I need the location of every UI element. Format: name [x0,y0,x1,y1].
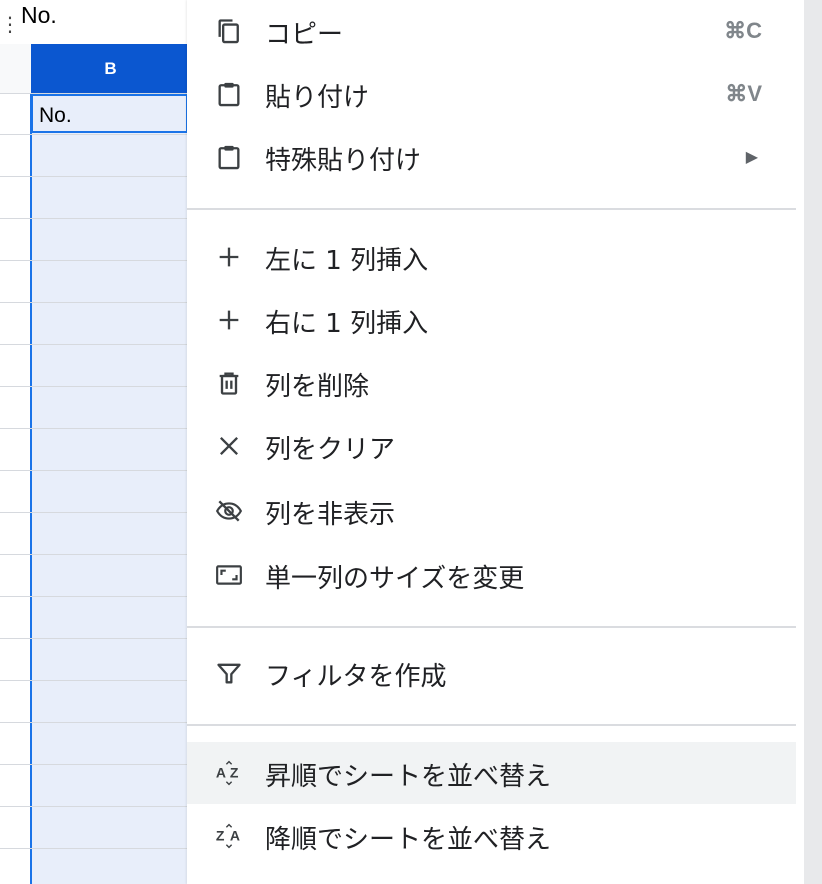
svg-text:A: A [216,764,226,780]
active-cell-value: No. [39,104,72,127]
grid-row-line [0,596,190,597]
menu-item-paste-special[interactable]: 特殊貼り付け ▶ [187,126,796,188]
grid-row-line [0,554,190,555]
svg-text:A: A [230,827,240,843]
column-b-header[interactable]: B [31,44,190,93]
menu-item-clear-column[interactable]: 列をクリア [187,415,796,477]
trash-icon [215,369,243,397]
menu-item-delete-column[interactable]: 列を削除 [187,352,796,414]
grid-row-line [0,218,190,219]
scrollbar-track[interactable] [804,0,822,884]
plus-icon [215,306,243,334]
menu-item-label: 左に 1 列挿入 [265,246,429,276]
menu-item-shortcut: ⌘V [725,81,762,106]
menu-item-label: 特殊貼り付け [265,146,422,176]
copy-icon [215,17,243,45]
column-a-header[interactable] [0,44,31,94]
grid-row-line [0,176,190,177]
grid-row-line [0,638,190,639]
grid-row-line [0,848,190,849]
column-context-menu: コピー ⌘C 貼り付け ⌘V 特殊貼り付け ▶ 左に 1 列挿入 右に 1 列挿… [187,0,804,884]
eye-off-icon [215,497,243,525]
menu-item-insert-left[interactable]: 左に 1 列挿入 [187,226,796,288]
menu-item-resize-column[interactable]: 単一列のサイズを変更 [187,544,796,606]
menu-item-sort-ascending[interactable]: A Z 昇順でシートを並べ替え [187,742,796,804]
close-icon [215,432,243,460]
menu-divider [187,724,796,726]
grid-row-line [0,680,190,681]
menu-item-shortcut: ⌘C [724,18,762,43]
menu-divider [187,208,796,210]
menu-item-label: 貼り付け [265,83,370,113]
menu-item-label: フィルタを作成 [265,662,447,692]
menu-item-create-filter[interactable]: フィルタを作成 [187,642,796,704]
menu-item-label: 昇順でシートを並べ替え [265,762,552,792]
grid-row-line [0,260,190,261]
menu-item-label: 右に 1 列挿入 [265,309,429,339]
active-cell[interactable]: No. [31,94,188,133]
menu-item-label: 降順でシートを並べ替え [265,825,552,855]
filter-icon [215,659,243,687]
spreadsheet-grid[interactable]: B No. [0,44,190,884]
clipboard-icon [215,143,243,171]
formula-bar-separator: ⋮ [0,12,20,36]
grid-row-line [0,764,190,765]
column-a[interactable] [0,44,31,884]
grid-row-line [0,806,190,807]
menu-item-label: 列をクリア [265,435,396,465]
menu-item-hide-column[interactable]: 列を非表示 [187,480,796,542]
menu-item-sort-descending[interactable]: Z A 降順でシートを並べ替え [187,805,796,867]
grid-row-line [0,722,190,723]
clipboard-icon [215,80,243,108]
column-b-selected[interactable] [31,44,190,884]
formula-bar[interactable]: ⋮ No. [0,0,190,45]
svg-text:Z: Z [216,827,225,843]
menu-item-label: 列を削除 [265,372,370,402]
menu-item-label: 単一列のサイズを変更 [265,564,525,594]
plus-icon [215,243,243,271]
menu-item-paste[interactable]: 貼り付け ⌘V [187,63,796,125]
grid-row-line [0,470,190,471]
sort-az-icon: A Z [215,759,243,787]
grid-row-line [0,428,190,429]
svg-text:Z: Z [230,764,239,780]
grid-row-line [0,344,190,345]
selection-border [30,93,32,884]
formula-bar-value[interactable]: No. [21,2,57,29]
menu-divider [187,626,796,628]
grid-row-line [0,512,190,513]
submenu-arrow-icon: ▶ [745,147,758,166]
menu-item-copy[interactable]: コピー ⌘C [187,0,796,62]
menu-item-insert-right[interactable]: 右に 1 列挿入 [187,289,796,351]
grid-row-line [0,386,190,387]
grid-row-line [0,302,190,303]
resize-icon [215,561,243,589]
sort-za-icon: Z A [215,822,243,850]
menu-item-label: 列を非表示 [265,500,396,530]
grid-row-line [0,134,190,135]
menu-item-label: コピー [265,20,344,50]
